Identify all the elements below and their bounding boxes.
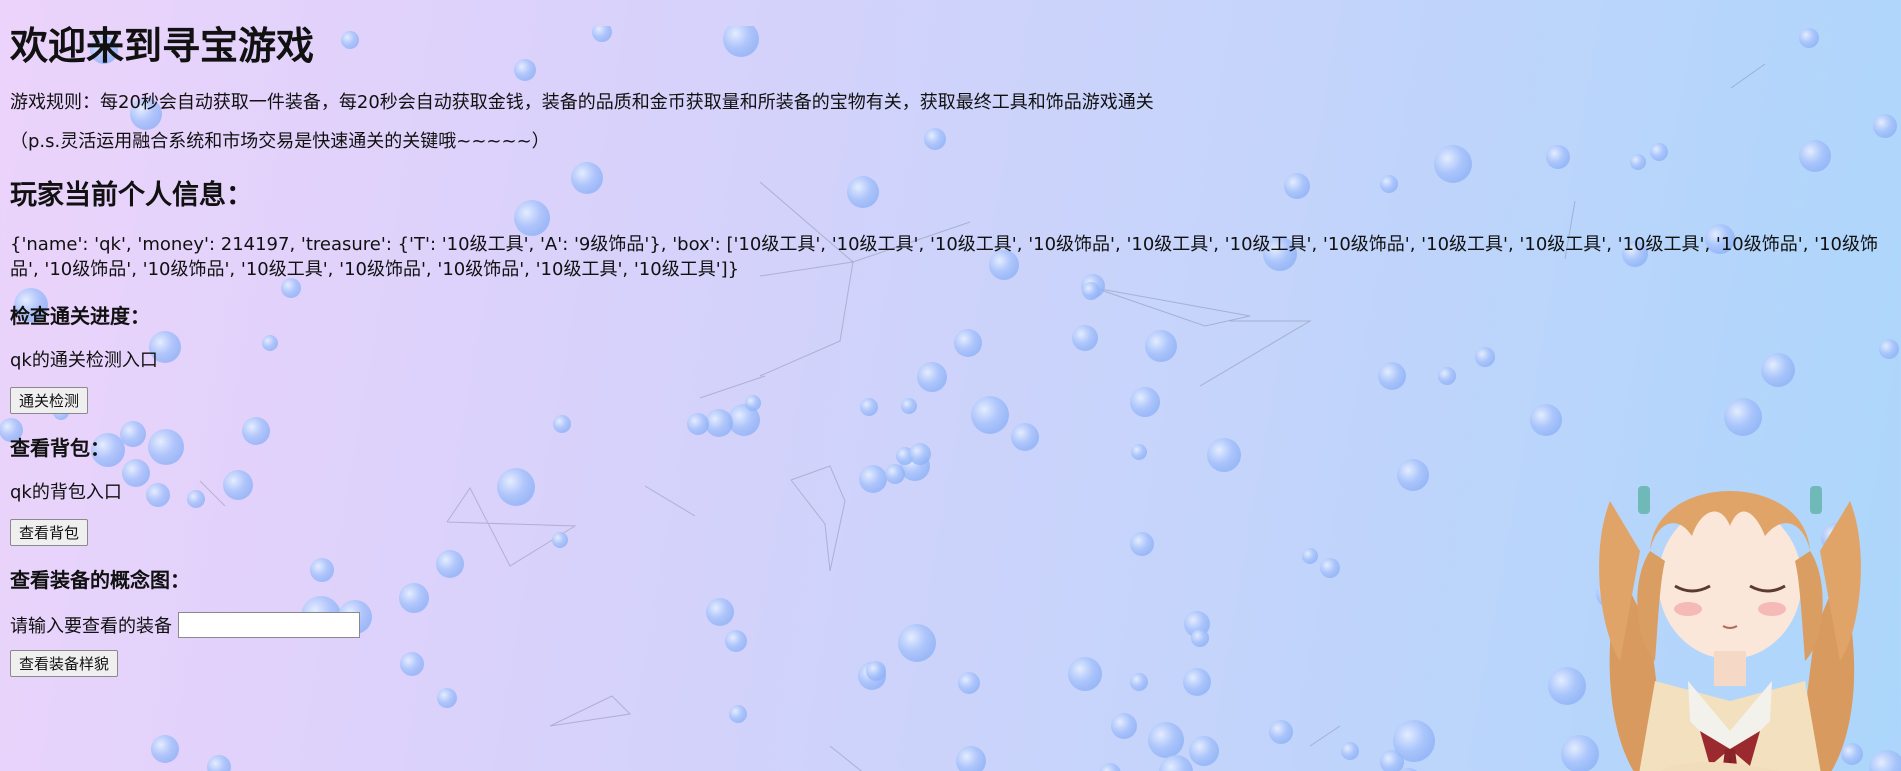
progress-heading: 检查通关进度： <box>10 303 150 328</box>
equipment-input-label: 请输入要查看的装备 <box>10 616 172 638</box>
tip-note-text: （p.s.灵活运用融合系统和市场交易是快速通关的关键哦~~~~~） <box>10 130 550 152</box>
page-content: 欢迎来到寻宝游戏 游戏规则：每20秒会自动获取一件装备，每20秒会自动获取金钱，… <box>0 24 1901 678</box>
equipment-name-input[interactable] <box>178 612 360 639</box>
player-info-text: {'name': 'qk', 'money': 214197, 'treasur… <box>10 234 1878 280</box>
page-title: 欢迎来到寻宝游戏 <box>10 24 315 68</box>
backpack-entry-text: qk的背包入口 <box>10 482 122 503</box>
player-info-heading: 玩家当前个人信息： <box>10 180 253 212</box>
game-rules-text: 游戏规则：每20秒会自动获取一件装备，每20秒会自动获取金钱，装备的品质和金币获… <box>10 91 1154 113</box>
check-clear-button[interactable]: 通关检测 <box>10 387 89 414</box>
progress-entry-text: qk的通关检测入口 <box>10 349 158 371</box>
backpack-heading: 查看背包： <box>10 436 110 460</box>
view-equipment-button[interactable]: 查看装备样貌 <box>10 650 119 678</box>
equipment-input-row: 请输入要查看的装备 <box>10 612 1891 639</box>
view-backpack-button[interactable]: 查看背包 <box>10 519 89 547</box>
equipment-heading: 查看装备的概念图： <box>10 568 190 593</box>
